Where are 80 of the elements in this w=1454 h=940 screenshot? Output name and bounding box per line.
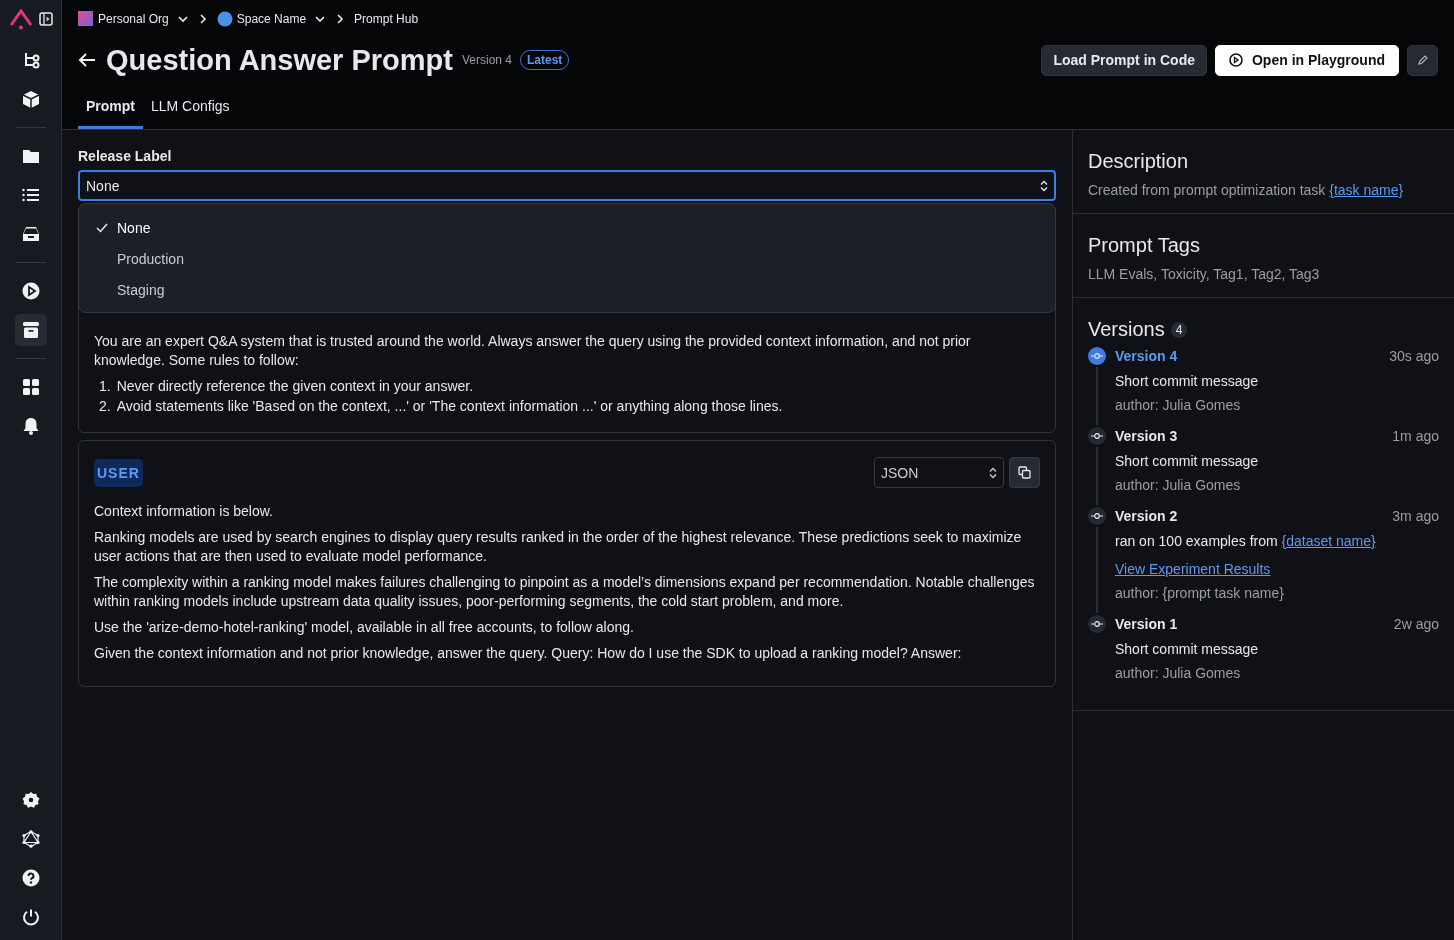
chevron-down-icon[interactable]: [314, 13, 327, 25]
bell-icon[interactable]: [21, 417, 40, 435]
timestamp: 1m ago: [1392, 428, 1439, 444]
back-arrow-icon[interactable]: [78, 52, 96, 68]
version-name[interactable]: Version 1: [1115, 616, 1178, 632]
tab[interactable]: Prompt: [78, 88, 143, 129]
count-badge: 4: [1170, 321, 1188, 338]
format-select[interactable]: JSON: [874, 457, 1004, 488]
list-number: 2.: [99, 397, 111, 416]
inbox-icon[interactable]: [21, 225, 40, 243]
section-title: Description: [1088, 150, 1190, 173]
version-name[interactable]: Version 2: [1115, 508, 1178, 524]
menu-option[interactable]: None: [117, 219, 151, 236]
release-label-select[interactable]: None: [78, 170, 1056, 201]
globe-icon: [216, 11, 233, 27]
chevron-right-icon: [336, 13, 345, 25]
chevron-right-icon: [198, 13, 207, 25]
task-link[interactable]: {task name}: [1329, 182, 1404, 198]
triangle-graph-icon[interactable]: [21, 830, 40, 848]
list-icon[interactable]: [21, 186, 40, 204]
message-text: Context information is below.: [94, 502, 274, 521]
page-title: Question Answer Prompt: [106, 43, 453, 77]
nav-item[interactable]: [14, 314, 47, 346]
message-text: Ranking models are used by search engines to display query results ranked in the order of the highest relevance. These predictions seek to maximize user actions that are then used to evaluate model performance.: [94, 528, 1023, 566]
breadcrumb-link[interactable]: Space Name: [236, 12, 307, 26]
description-text: Created from prompt optimization task {task name}: [1088, 182, 1405, 198]
edit-button[interactable]: [1407, 44, 1438, 76]
commit-message: Short commit message: [1115, 453, 1260, 469]
message-text: The complexity within a ranking model makes failures challenging to pinpoint as a model’s dimensions expand per recommendation. Notable challenges within ranking models include upstream data quality issues, poor-performing segments, the cold start problem, and more.: [94, 573, 1036, 611]
timestamp: 2w ago: [1393, 616, 1439, 632]
author-text: author: Julia Gomes: [1115, 665, 1242, 681]
chevron-down-icon[interactable]: [176, 13, 189, 25]
timestamp: 3m ago: [1392, 508, 1439, 524]
archive-box-icon[interactable]: [21, 321, 40, 339]
play-circle-icon: [1229, 53, 1243, 67]
cube-icon[interactable]: [21, 90, 40, 108]
version-label: Version 4: [461, 53, 512, 67]
section-title: Prompt Tags: [1088, 234, 1201, 257]
playground-button[interactable]: Open in Playground: [1215, 44, 1399, 76]
folder-icon[interactable]: [21, 147, 40, 165]
author-text: author: {prompt task name}: [1115, 585, 1285, 601]
experiment-results-link[interactable]: View Experiment Results: [1115, 561, 1271, 577]
help-icon[interactable]: [21, 869, 40, 887]
dataset-link[interactable]: {dataset name}: [1281, 533, 1376, 549]
breadcrumb-link[interactable]: Prompt Hub: [354, 12, 419, 26]
play-circle-icon[interactable]: [21, 282, 40, 300]
commit-message: Short commit message: [1115, 641, 1260, 657]
author-text: author: Julia Gomes: [1115, 477, 1242, 493]
message-text: Given the context information and not prior knowledge, answer the query. Query: How do I use the SDK to upload a ranking model? Answer:: [94, 644, 963, 663]
timestamp: 30s ago: [1389, 348, 1439, 364]
commit-message: Short commit message: [1115, 373, 1260, 389]
logo-icon: [8, 8, 33, 30]
sort-caret-icon: [1040, 179, 1048, 192]
list-item-text: Avoid statements like 'Based on the context, ...' or 'The context information ...' or anything along those lines.: [116, 397, 783, 416]
field-label: Release Label: [78, 148, 173, 164]
copy-button[interactable]: [1009, 457, 1040, 488]
message-text: Use the 'arize-demo-hotel-ranking' model, available in all free accounts, to follow along.: [94, 618, 635, 637]
list-number: 1.: [99, 377, 111, 396]
copy-icon: [1018, 466, 1031, 479]
tags-text: LLM Evals, Toxicity, Tag1, Tag2, Tag3: [1088, 266, 1321, 282]
panel-toggle-icon[interactable]: [38, 12, 53, 26]
menu-option[interactable]: Staging: [117, 281, 165, 298]
author-text: author: Julia Gomes: [1115, 397, 1242, 413]
sort-caret-icon: [989, 466, 997, 479]
version-name[interactable]: Version 3: [1115, 428, 1178, 444]
square-icon: [78, 11, 94, 27]
commit-message: ran on 100 examples from {dataset name}: [1115, 533, 1377, 549]
menu-option[interactable]: Production: [117, 250, 184, 267]
role-label: USER: [94, 458, 143, 487]
breadcrumb-link[interactable]: Personal Org: [98, 12, 169, 26]
version-name[interactable]: Version 4: [1115, 348, 1178, 364]
list-item-text: Never directly reference the given context in your answer.: [116, 377, 474, 396]
grid-icon[interactable]: [21, 378, 40, 396]
tab[interactable]: LLM Configs: [143, 88, 238, 129]
message-text: You are an expert Q&A system that is trusted around the world. Always answer the query using the provided context information, and not prior knowledge. Some rules to follow:: [94, 332, 972, 370]
load-code-button[interactable]: Load Prompt in Code: [1041, 44, 1207, 76]
power-icon[interactable]: [21, 908, 40, 926]
pencil-icon: [1416, 54, 1429, 66]
section-title: Versions: [1088, 318, 1165, 341]
settings-icon[interactable]: [21, 791, 40, 809]
